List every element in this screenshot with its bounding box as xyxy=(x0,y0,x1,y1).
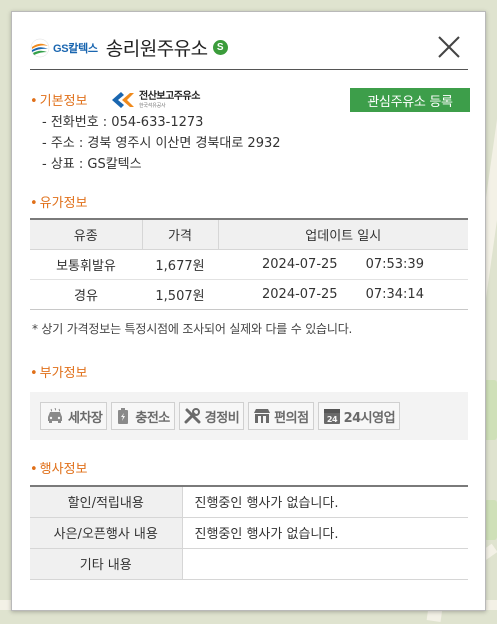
gs-caltex-logo-icon xyxy=(30,38,50,57)
section-title-events-label: 행사정보 xyxy=(39,462,88,477)
table-row: 보통휘발유 1,677원 2024-07-25 07:53:39 xyxy=(30,249,468,280)
section-title-basic: • 기본정보 xyxy=(30,90,88,109)
updated-date: 2024-07-25 xyxy=(262,256,338,272)
amenity-list: 세차장 충전소 경정비 편의점 24 24시영업 xyxy=(30,392,468,440)
column-header-price: 가격 xyxy=(141,218,218,250)
amenity-charging: 충전소 xyxy=(111,402,175,430)
amenity-car-wash: 세차장 xyxy=(40,402,108,430)
certified-report-logo-text: 전산보고주유소 xyxy=(139,90,200,102)
section-title-events: • 행사정보 xyxy=(30,458,88,477)
table-row: 기타 내용 xyxy=(30,548,468,580)
certified-report-logo-subtext: 한국석유공사 xyxy=(139,102,166,109)
updated-time: 07:53:39 xyxy=(365,256,424,272)
updated-at: 2024-07-25 07:53:39 xyxy=(218,249,468,280)
brand-logo-text: GS칼텍스 xyxy=(53,42,98,55)
amenity-label: 24시영업 xyxy=(343,410,396,426)
table-row: 경유 1,507원 2024-07-25 07:34:14 xyxy=(30,279,468,310)
station-info-popup: GS칼텍스 송리원주유소 S • 기본정보 전산보고주유소 한국석유공사 관심주유… xyxy=(11,11,486,611)
amenity-24h: 24 24시영업 xyxy=(317,402,401,430)
basic-info-list: - 전화번호 : 054-633-1273 - 주소 : 경북 영주시 이산면 … xyxy=(42,112,281,175)
event-label: 기타 내용 xyxy=(30,548,183,580)
table-row: 사은/오픈행사 내용 진행중인 행사가 없습니다. xyxy=(30,517,468,549)
wrench-icon xyxy=(184,408,201,424)
amenity-store: 편의점 xyxy=(248,402,314,430)
section-title-amenities: • 부가정보 xyxy=(30,362,88,381)
fuel-type: 보통휘발유 xyxy=(30,249,142,280)
amenity-label: 편의점 xyxy=(274,410,309,426)
amenity-label: 세차장 xyxy=(68,410,103,426)
updated-date: 2024-07-25 xyxy=(262,286,338,302)
section-title-price-label: 유가정보 xyxy=(39,196,88,211)
fuel-price: 1,507원 xyxy=(142,279,218,310)
car-wash-icon xyxy=(48,408,62,423)
close-icon[interactable] xyxy=(436,34,462,60)
section-title-basic-label: 기본정보 xyxy=(39,94,88,109)
section-title-price: • 유가정보 xyxy=(30,192,88,211)
updated-time: 07:34:14 xyxy=(365,286,424,302)
amenity-label: 경정비 xyxy=(204,410,240,426)
bullet-dot: • xyxy=(30,462,38,477)
fuel-price: 1,677원 xyxy=(142,249,218,280)
brand-logo: GS칼텍스 xyxy=(30,38,98,58)
bullet-dot: • xyxy=(30,196,38,211)
price-table: 유종 가격 업데이트 일시 보통휘발유 1,677원 2024-07-25 07:… xyxy=(30,218,468,310)
table-row: 할인/적립내용 진행중인 행사가 없습니다. xyxy=(30,485,468,518)
bullet-dot: • xyxy=(30,366,38,381)
station-name: 송리원주유소 xyxy=(105,38,208,60)
charging-station-icon xyxy=(118,408,129,424)
self-service-badge: S xyxy=(212,40,228,55)
popup-header: GS칼텍스 송리원주유소 S xyxy=(30,26,468,70)
column-header-fuel: 유종 xyxy=(30,218,142,250)
price-notice: * 상기 가격정보는 특정시점에 조사되어 실제와 다를 수 있습니다. xyxy=(32,322,353,336)
brand-name: - 상표 : GS칼텍스 xyxy=(42,157,142,172)
event-label: 할인/적립내용 xyxy=(30,485,183,518)
store-icon xyxy=(254,409,271,423)
updated-at: 2024-07-25 07:34:14 xyxy=(218,279,468,310)
column-header-updated: 업데이트 일시 xyxy=(217,218,468,250)
section-title-amenities-label: 부가정보 xyxy=(39,366,88,381)
svg-text:24: 24 xyxy=(326,415,337,424)
event-value: 진행중인 행사가 없습니다. xyxy=(182,517,468,549)
event-label: 사은/오픈행사 내용 xyxy=(30,517,183,549)
event-table: 할인/적립내용 진행중인 행사가 없습니다. 사은/오픈행사 내용 진행중인 행… xyxy=(30,485,468,580)
certified-report-logo: 전산보고주유소 한국석유공사 xyxy=(110,88,200,112)
amenity-maintenance: 경정비 xyxy=(178,402,245,430)
address: - 주소 : 경북 영주시 이산면 경북대로 2932 xyxy=(42,136,281,151)
event-value: 진행중인 행사가 없습니다. xyxy=(182,485,468,518)
24h-icon: 24 xyxy=(323,409,340,424)
amenity-label: 충전소 xyxy=(135,410,170,426)
fuel-type: 경유 xyxy=(30,279,142,310)
add-favorite-button[interactable]: 관심주유소 등록 xyxy=(350,88,470,112)
bullet-dot: • xyxy=(30,94,38,109)
ck-logo-icon xyxy=(112,92,134,108)
event-value xyxy=(182,548,468,580)
phone-number: - 전화번호 : 054-633-1273 xyxy=(42,115,204,130)
table-header-row: 유종 가격 업데이트 일시 xyxy=(30,218,468,250)
